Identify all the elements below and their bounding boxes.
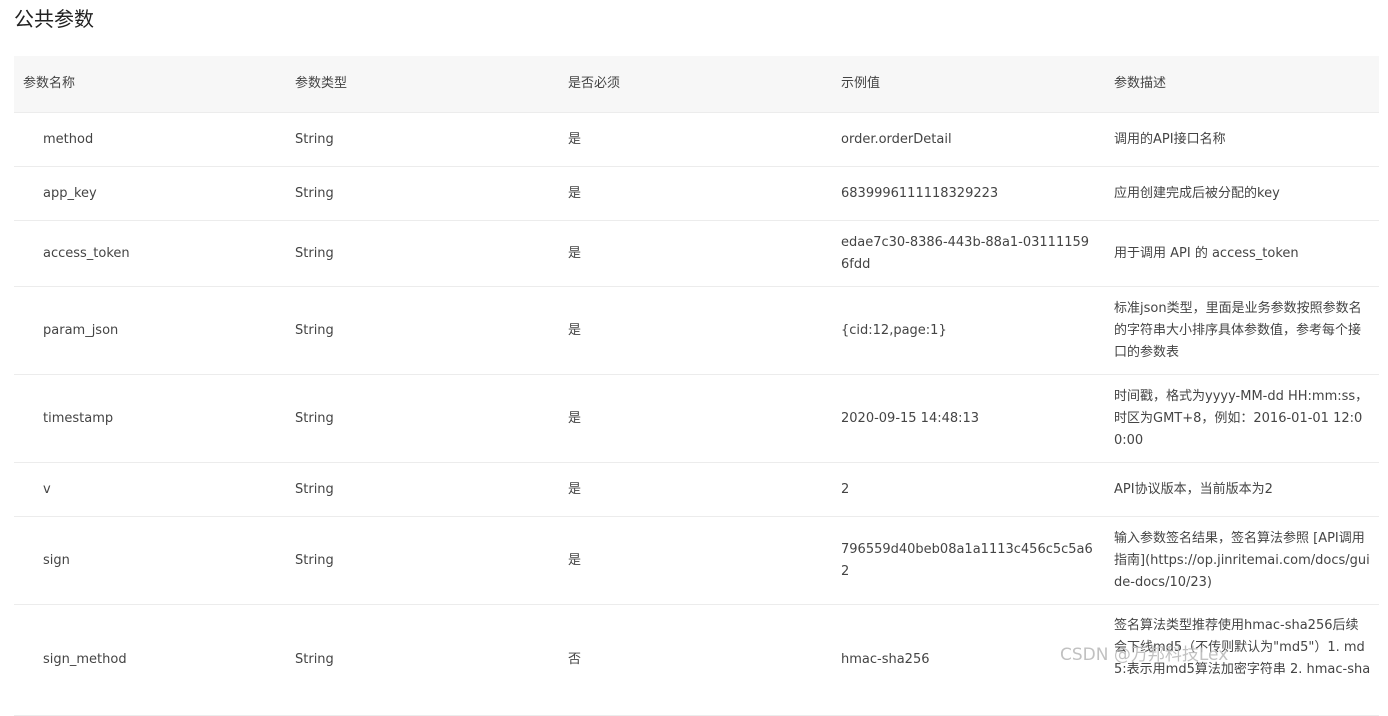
header-name: 参数名称	[23, 76, 76, 91]
param-desc: 调用的API接口名称	[1114, 131, 1226, 147]
params-table: 参数名称 参数类型 是否必须 示例值 参数描述 method String 是 …	[14, 56, 1379, 716]
param-type: String	[295, 481, 334, 497]
param-required: 是	[568, 185, 582, 201]
param-name: method	[43, 131, 94, 147]
table-row: sign String 是 796559d40beb08a1a1113c456c…	[14, 517, 1379, 605]
param-name: access_token	[43, 245, 130, 261]
table-row: method String 是 order.orderDetail 调用的API…	[14, 113, 1379, 167]
param-required: 否	[568, 652, 582, 667]
param-name: sign_method	[43, 652, 127, 667]
header-required: 是否必须	[568, 76, 621, 91]
param-example: 2020-09-15 14:48:13	[841, 410, 980, 426]
param-required: 是	[568, 245, 582, 261]
param-name: timestamp	[43, 410, 114, 426]
param-required: 是	[568, 131, 582, 147]
param-example: edae7c30-8386-443b-88a1-031111596fdd	[841, 234, 1090, 272]
table-row: access_token String 是 edae7c30-8386-443b…	[14, 221, 1379, 287]
param-type: String	[295, 552, 334, 568]
table-row: v String 是 2 API协议版本，当前版本为2	[14, 463, 1379, 517]
param-name: v	[43, 481, 51, 497]
param-name: app_key	[43, 185, 97, 201]
param-name: param_json	[43, 322, 119, 338]
param-required: 是	[568, 410, 582, 426]
param-name: sign	[43, 552, 70, 568]
watermark: CSDN @万邦科技Lex	[1060, 645, 1229, 665]
param-required: 是	[568, 322, 582, 338]
table-header: 参数名称 参数类型 是否必须 示例值 参数描述	[14, 56, 1379, 113]
table-row: param_json String 是 {cid:12,page:1} 标准js…	[14, 287, 1379, 375]
param-type: String	[295, 652, 334, 667]
param-desc: 输入参数签名结果，签名算法参照 [API调用指南](https://op.jin…	[1114, 530, 1370, 590]
param-type: String	[295, 245, 334, 261]
param-example: 2	[841, 481, 850, 497]
param-type: String	[295, 410, 334, 426]
param-required: 是	[568, 552, 582, 568]
param-desc: 应用创建完成后被分配的key	[1114, 185, 1280, 201]
header-type: 参数类型	[295, 76, 348, 91]
param-desc: 用于调用 API 的 access_token	[1114, 245, 1299, 261]
param-example: order.orderDetail	[841, 131, 952, 147]
page-title: 公共参数	[14, 7, 94, 31]
param-desc: API协议版本，当前版本为2	[1114, 481, 1273, 497]
table-row: timestamp String 是 2020-09-15 14:48:13 时…	[14, 375, 1379, 463]
param-example: 6839996111118329223	[841, 185, 999, 201]
header-desc: 参数描述	[1114, 76, 1167, 91]
table-row: app_key String 是 6839996111118329223 应用创…	[14, 167, 1379, 221]
param-type: String	[295, 322, 334, 338]
param-type: String	[295, 185, 334, 201]
param-desc: 时间戳，格式为yyyy-MM-dd HH:mm:ss，时区为GMT+8，例如：2…	[1114, 388, 1369, 448]
param-example: 796559d40beb08a1a1113c456c5c5a62	[841, 541, 1093, 579]
param-example: {cid:12,page:1}	[841, 322, 947, 338]
header-example: 示例值	[841, 76, 881, 91]
param-required: 是	[568, 481, 582, 497]
param-desc: 标准json类型，里面是业务参数按照参数名的字符串大小排序具体参数值，参考每个接…	[1114, 300, 1362, 360]
param-type: String	[295, 131, 334, 147]
